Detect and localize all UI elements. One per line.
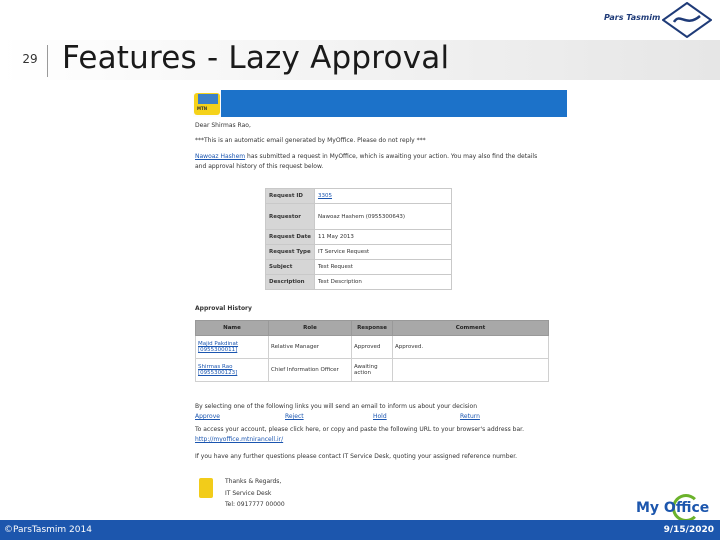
contact-line: If you have any further questions please… bbox=[195, 453, 518, 460]
approval-history-title: Approval History bbox=[195, 305, 252, 312]
table-row: Request ID 3305 bbox=[265, 188, 452, 204]
table-row: Shirmas Rao [0955300123] Chief Informati… bbox=[195, 358, 549, 382]
request-id-link[interactable]: 3305 bbox=[318, 193, 332, 199]
carrier-logo-icon: MTN bbox=[194, 93, 220, 115]
myoffice-logo: My Office bbox=[636, 494, 720, 522]
email-intro: Nawoaz Hashem has submitted a request in… bbox=[195, 153, 537, 160]
signature-phone: Tel: 0917777 00000 bbox=[225, 501, 285, 508]
slide-title: Features - Lazy Approval bbox=[62, 40, 450, 76]
banner-blue-bar bbox=[221, 90, 567, 117]
carrier-badge-icon bbox=[199, 478, 213, 498]
table-row: Subject Test Request bbox=[265, 259, 452, 275]
access-instructions: To access your account, please click her… bbox=[195, 426, 524, 433]
brand-name: Pars Tasmim bbox=[604, 13, 661, 22]
approve-link[interactable]: Approve bbox=[195, 413, 220, 420]
intro-text: has submitted a request in MyOffice, whi… bbox=[245, 153, 538, 160]
email-auto-notice: ***This is an automatic email generated … bbox=[195, 137, 426, 144]
return-link[interactable]: Return bbox=[460, 413, 480, 420]
email-banner: MTN bbox=[193, 90, 567, 117]
slide-number: 29 bbox=[22, 52, 38, 66]
number-divider bbox=[47, 45, 48, 77]
signature-team: IT Service Desk bbox=[225, 490, 272, 497]
action-links: Approve Reject Hold Return bbox=[195, 413, 495, 421]
sender-link[interactable]: Nawoaz Hashem bbox=[195, 153, 245, 160]
email-screenshot: MTN Dear Shirmas Rao, ***This is an auto… bbox=[193, 90, 567, 498]
access-url-link[interactable]: http://myoffice.mtnirancell.ir/ bbox=[195, 436, 283, 443]
footer-copyright: ©ParsTasmim 2014 bbox=[4, 525, 92, 535]
footer-date: 9/15/2020 bbox=[663, 525, 714, 535]
table-row: Requestor Nawoaz Hashem (0955300643) bbox=[265, 203, 452, 230]
thanks-text: Thanks & Regards, bbox=[225, 478, 282, 485]
action-intro: By selecting one of the following links … bbox=[195, 403, 478, 410]
table-row: Description Test Description bbox=[265, 274, 452, 290]
email-intro-line2: and approval history of this request bel… bbox=[195, 163, 324, 170]
request-details-table: Request ID 3305 Requestor Nawoaz Hashem (0… bbox=[265, 188, 452, 290]
footer-band bbox=[0, 520, 720, 540]
reject-link[interactable]: Reject bbox=[285, 413, 304, 420]
table-header-row: Name Role Response Comment bbox=[195, 320, 549, 336]
myoffice-logo-text: My Office bbox=[636, 500, 710, 516]
approver-link[interactable]: Majid Pakdinat [0955300011] bbox=[198, 341, 238, 353]
table-row: Majid Pakdinat [0955300011] Relative Man… bbox=[195, 335, 549, 359]
approval-history-table: Name Role Response Comment Majid Pakdina… bbox=[195, 320, 549, 382]
hold-link[interactable]: Hold bbox=[373, 413, 387, 420]
table-row: Request Date 11 May 2013 bbox=[265, 229, 452, 245]
email-greeting: Dear Shirmas Rao, bbox=[195, 122, 251, 129]
table-row: Request Type IT Service Request bbox=[265, 244, 452, 260]
brand-logo: Pars Tasmim bbox=[604, 0, 720, 40]
approver-link[interactable]: Shirmas Rao [0955300123] bbox=[198, 364, 237, 376]
pars-tasmim-logo-icon bbox=[662, 2, 712, 38]
